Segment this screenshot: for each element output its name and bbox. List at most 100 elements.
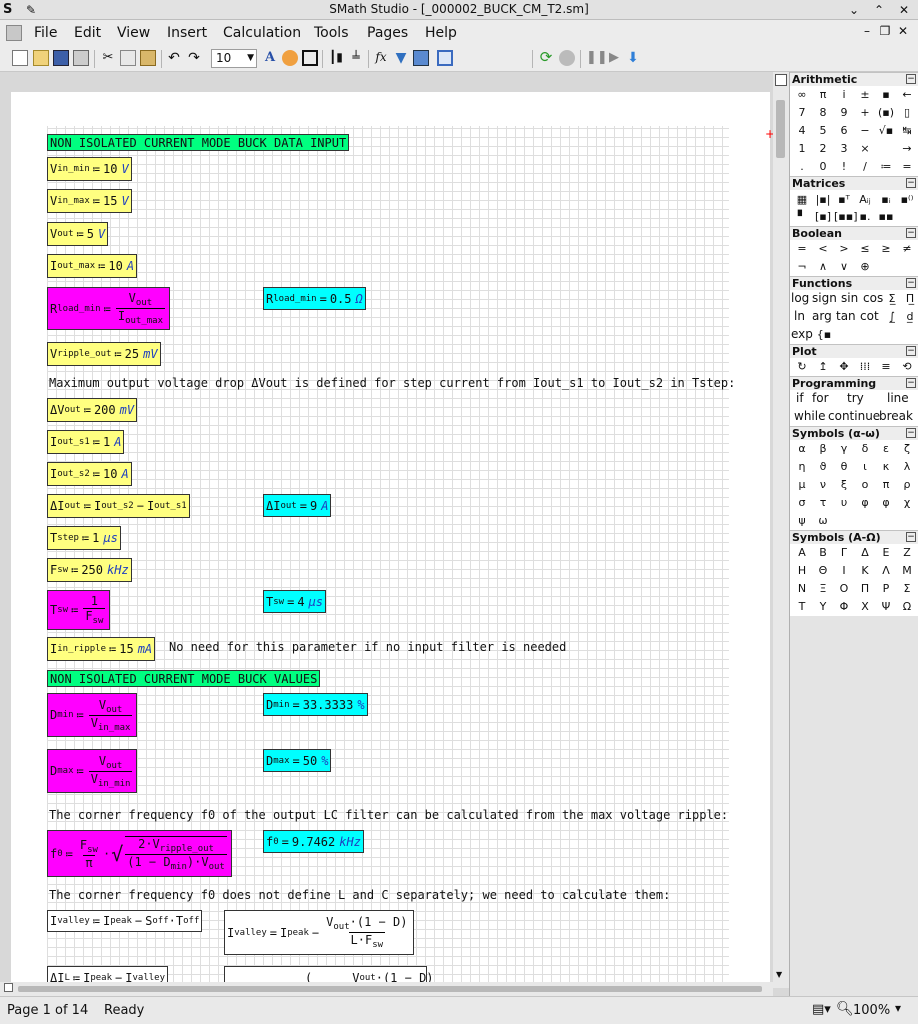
arith-symbol-2[interactable]: i	[834, 86, 854, 103]
arith-symbol-8[interactable]: 9	[834, 104, 854, 121]
greek-upper-symbol-8[interactable]: Ι	[834, 562, 854, 579]
greek-upper-symbol-13[interactable]: Ξ	[813, 580, 833, 597]
arith-symbol-22[interactable]	[876, 140, 896, 157]
iout-s1-definition[interactable]: Iout_s1 ≔ 1 A	[47, 430, 125, 454]
lines-plot-icon[interactable]: ≡	[876, 358, 896, 375]
iin-ripple-definition[interactable]: Iin_ripple ≔ 15 mA	[47, 637, 156, 661]
greek-upper-symbol-10[interactable]: Λ	[876, 562, 896, 579]
dvout-definition[interactable]: ΔV out ≔ 200 mV	[47, 398, 138, 422]
greek-upper-symbol-18[interactable]: Τ	[792, 598, 812, 615]
arith-symbol-15[interactable]: −	[855, 122, 875, 139]
text-region-input-filter[interactable]: No need for this parameter if no input f…	[169, 640, 566, 654]
dots-plot-icon[interactable]: ⁞⁞⁞	[855, 358, 875, 375]
horizontal-scrollbar[interactable]	[0, 982, 773, 996]
recalculate-icon[interactable]: ⟳	[538, 50, 554, 66]
menu-view[interactable]: View	[117, 25, 150, 41]
arith-symbol-14[interactable]: 6	[834, 122, 854, 139]
redo-icon[interactable]: ↷	[186, 50, 202, 66]
brace-icon[interactable]: {▪	[814, 326, 834, 343]
text-color-icon[interactable]: A	[262, 50, 278, 66]
menu-edit[interactable]: Edit	[74, 25, 101, 41]
section-header-values[interactable]: NON ISOLATED CURRENT MODE BUCK VALUES	[47, 670, 321, 687]
greek-lower-symbol-16[interactable]: π	[876, 476, 896, 493]
fn-cos[interactable]: cos	[863, 290, 883, 307]
document-menu-icon[interactable]	[6, 25, 22, 41]
prog-while[interactable]: while	[794, 408, 825, 425]
determinant-icon[interactable]: |▪|	[813, 191, 833, 208]
open-file-icon[interactable]	[33, 50, 49, 66]
arith-symbol-29[interactable]: =	[897, 158, 917, 175]
panel-header-programming[interactable]: Programming −	[790, 376, 918, 390]
worksheet-page[interactable]: NON ISOLATED CURRENT MODE BUCK DATA INPU…	[11, 92, 775, 996]
panel-header-arithmetic[interactable]: Arithmetic −	[790, 72, 918, 86]
arith-symbol-12[interactable]: 4	[792, 122, 812, 139]
fn-exp[interactable]: exp	[791, 326, 813, 343]
integral-icon[interactable]: ∫̲	[882, 308, 902, 325]
collapse-icon[interactable]: −	[906, 178, 916, 188]
arith-symbol-16[interactable]: √▪	[876, 122, 896, 139]
panel-header-greek-upper[interactable]: Symbols (Α-Ω) −	[790, 530, 918, 544]
prog-for[interactable]: for	[812, 390, 829, 407]
collapse-icon[interactable]: −	[906, 278, 916, 288]
rload-min-result[interactable]: Rload_min = 0.5 Ω	[263, 287, 366, 310]
prog-continue[interactable]: continue	[828, 408, 880, 425]
vertical-scroll-thumb[interactable]	[776, 100, 785, 158]
arith-symbol-6[interactable]: 7	[792, 104, 812, 121]
menu-insert[interactable]: Insert	[167, 25, 207, 41]
greek-lower-symbol-15[interactable]: ο	[855, 476, 875, 493]
greek-upper-symbol-14[interactable]: Ο	[834, 580, 854, 597]
element-icon[interactable]: ▪ᵢ	[876, 191, 896, 208]
rotate-icon[interactable]: ↻	[792, 358, 812, 375]
fn-arg[interactable]: arg	[812, 308, 832, 325]
bool-symbol-2[interactable]: >	[834, 240, 854, 257]
greek-upper-symbol-15[interactable]: Π	[855, 580, 875, 597]
print-icon[interactable]	[73, 50, 89, 66]
dmin-definition[interactable]: Dmin ≔ Vout Vin_max	[47, 693, 138, 737]
border-icon[interactable]	[302, 50, 318, 66]
greek-upper-symbol-4[interactable]: Ε	[876, 544, 896, 561]
arith-symbol-20[interactable]: 3	[834, 140, 854, 157]
zoom-icon[interactable]: 🔍︎	[836, 1001, 854, 1017]
panel-header-plot[interactable]: Plot −	[790, 344, 918, 358]
fn-sign[interactable]: sign	[812, 290, 837, 307]
ivalley-formula[interactable]: Ivalley = Ipeak − Vout·(1 − D) L·Fsw	[224, 910, 415, 955]
close-button[interactable]: ✕	[895, 1, 913, 19]
collapse-icon[interactable]: −	[906, 74, 916, 84]
cross-icon[interactable]: [▪]	[813, 208, 833, 225]
arith-symbol-25[interactable]: 0	[813, 158, 833, 175]
arith-symbol-0[interactable]: ∞	[792, 86, 812, 103]
greek-lower-symbol-19[interactable]: τ	[813, 494, 833, 511]
horizontal-scroll-thumb[interactable]	[18, 986, 762, 992]
matrix-icon[interactable]: ▦	[792, 191, 812, 208]
minor-icon[interactable]: ▘	[792, 208, 812, 225]
range-icon[interactable]: [▪▪]	[834, 208, 858, 225]
text-region-lc-calc[interactable]: The corner frequency f0 does not define …	[49, 888, 670, 902]
greek-lower-symbol-9[interactable]: ι	[855, 458, 875, 475]
bool-symbol-5[interactable]: ≠	[897, 240, 917, 257]
arith-symbol-4[interactable]: ▪	[876, 86, 896, 103]
inverse-icon[interactable]: Aᵢⱼ	[855, 191, 875, 208]
dmax-definition[interactable]: Dmax ≔ Vout Vin_min	[47, 749, 138, 793]
arith-symbol-27[interactable]: /	[855, 158, 875, 175]
greek-lower-symbol-10[interactable]: κ	[876, 458, 896, 475]
ivalley-definition[interactable]: Ivalley ≔ Ipeak − Soff · Toff	[47, 910, 203, 932]
align-icon[interactable]: ┃▮	[328, 50, 344, 66]
prog-if[interactable]: if	[796, 390, 804, 407]
zoom-level[interactable]: 100%	[853, 1003, 890, 1018]
arith-symbol-24[interactable]: .	[792, 158, 812, 175]
scale-icon[interactable]: ↥	[813, 358, 833, 375]
arith-symbol-18[interactable]: 1	[792, 140, 812, 157]
dmin-result[interactable]: Dmin = 33.3333%	[263, 693, 368, 716]
dmax-result[interactable]: Dmax = 50%	[263, 749, 332, 772]
arith-symbol-21[interactable]: ×	[855, 140, 875, 157]
menu-calculation[interactable]: Calculation	[223, 25, 301, 41]
prog-break[interactable]: break	[879, 408, 913, 425]
doc-close-button[interactable]: ✕	[894, 24, 912, 38]
menu-tools[interactable]: Tools	[314, 25, 349, 41]
collapse-icon[interactable]: −	[906, 532, 916, 542]
greek-lower-symbol-21[interactable]: φ	[855, 494, 875, 511]
tsw-definition[interactable]: Tsw ≔ 1 Fsw	[47, 590, 111, 630]
bool-symbol-1[interactable]: <	[813, 240, 833, 257]
tstep-definition[interactable]: Tstep ≔ 1 μs	[47, 526, 121, 550]
save-icon[interactable]	[53, 50, 69, 66]
